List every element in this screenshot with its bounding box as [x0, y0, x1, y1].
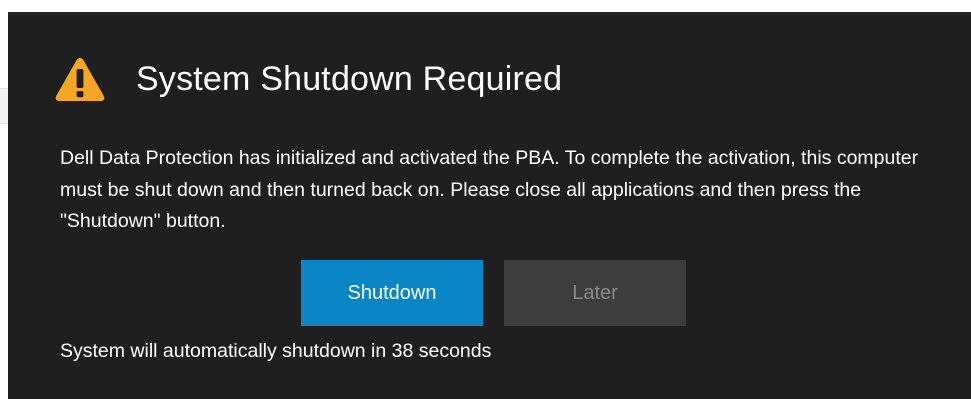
dialog-message: Dell Data Protection has initialized and…: [60, 147, 919, 232]
later-button[interactable]: Later: [504, 260, 686, 326]
dialog-header: System Shutdown Required: [54, 52, 562, 106]
shutdown-dialog: System Shutdown Required Dell Data Prote…: [8, 12, 971, 399]
shutdown-button[interactable]: Shutdown: [301, 260, 483, 326]
dialog-title: System Shutdown Required: [136, 59, 563, 98]
warning-icon: [55, 58, 105, 101]
countdown-text: System will automatically shutdown in 38…: [60, 340, 492, 362]
